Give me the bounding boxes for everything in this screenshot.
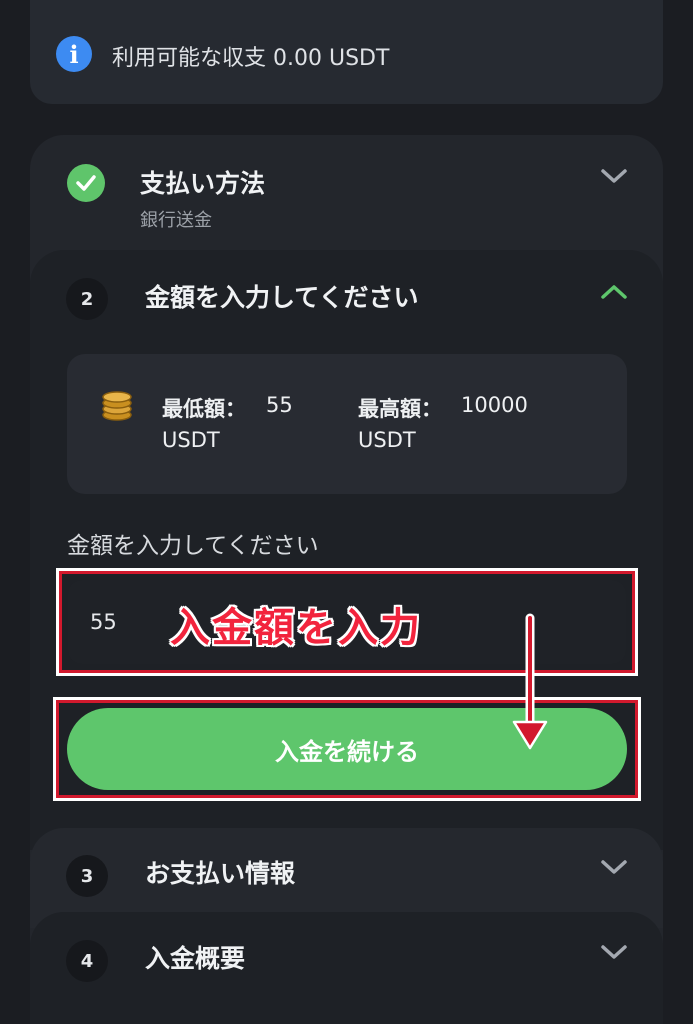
available-balance: 利用可能な収支 0.00 USDT — [112, 46, 390, 71]
step-amount-title[interactable]: 金額を入力してください — [145, 278, 419, 314]
check-icon — [67, 164, 105, 202]
step-number-badge: 2 — [66, 278, 108, 320]
step-payment-info-title[interactable]: お支払い情報 — [145, 854, 295, 890]
max-amount-value: 10000 — [461, 393, 528, 417]
chevron-down-icon[interactable] — [599, 857, 629, 877]
limits-box — [67, 354, 627, 494]
max-amount-unit: USDT — [358, 428, 416, 452]
chevron-down-icon[interactable] — [599, 166, 629, 186]
step-payment-method-title[interactable]: 支払い方法 — [140, 164, 265, 200]
min-amount-value: 55 — [266, 393, 293, 417]
step-deposit-summary-title[interactable]: 入金概要 — [145, 939, 245, 975]
amount-field-label: 金額を入力してください — [67, 533, 319, 559]
step-deposit-summary-section — [30, 912, 663, 1024]
annotation-arrow-icon — [512, 613, 548, 750]
min-amount-unit: USDT — [162, 428, 220, 452]
coins-icon — [102, 391, 132, 421]
chevron-up-icon[interactable] — [599, 282, 629, 302]
step-number-badge: 4 — [66, 940, 108, 982]
annotation-text: 入金額を入力 — [170, 605, 422, 651]
info-icon: i — [56, 36, 92, 72]
min-amount-label: 最低額： — [162, 397, 246, 421]
step-payment-method-value: 銀行送金 — [140, 210, 212, 231]
chevron-down-icon[interactable] — [599, 942, 629, 962]
max-amount-label: 最高額： — [358, 397, 442, 421]
step-number-badge: 3 — [66, 855, 108, 897]
amount-input-value: 55 — [90, 610, 117, 634]
